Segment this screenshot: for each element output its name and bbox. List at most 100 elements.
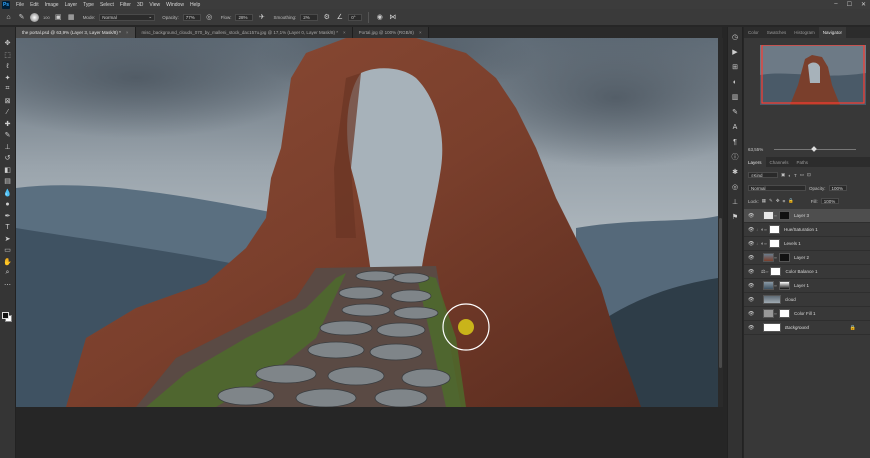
layer-mask-thumbnail[interactable]: [770, 267, 782, 276]
tab-portal-jpg[interactable]: Portal.jpg @ 100% (RGB/8) ×: [352, 27, 429, 38]
visibility-eye-icon[interactable]: 👁: [748, 325, 756, 331]
tab-swatches[interactable]: Swatches: [763, 27, 791, 38]
blur-tool-icon[interactable]: 💧: [3, 189, 13, 197]
layer-row-background[interactable]: 👁 Background 🔒: [744, 321, 870, 335]
menu-layer[interactable]: Layer: [62, 2, 81, 8]
minimize-icon[interactable]: –: [834, 1, 837, 8]
lock-position-icon[interactable]: ✥: [776, 198, 780, 204]
filter-smart-icon[interactable]: ⊡: [807, 172, 811, 178]
tab-clouds-stock[interactable]: misc_background_clouds_070_by_malleni_st…: [135, 27, 353, 38]
menu-3d[interactable]: 3D: [134, 2, 146, 8]
smoothing-field[interactable]: 2%: [300, 13, 319, 21]
close-tab-icon[interactable]: ×: [419, 30, 422, 35]
tab-histogram[interactable]: Histogram: [790, 27, 819, 38]
visibility-eye-icon[interactable]: 👁: [748, 269, 756, 275]
clone-source-icon[interactable]: ⊥: [731, 198, 740, 206]
smoothing-settings-icon[interactable]: ⚙: [322, 13, 331, 22]
layer-opacity-field[interactable]: 100%: [828, 185, 847, 191]
libraries-icon[interactable]: ▥: [731, 93, 740, 101]
pen-tool-icon[interactable]: ✒: [3, 212, 13, 220]
layer-mask-thumbnail[interactable]: [779, 309, 790, 318]
menu-help[interactable]: Help: [187, 2, 203, 8]
tab-color[interactable]: Color: [744, 27, 763, 38]
tab-navigator[interactable]: Navigator: [818, 27, 847, 38]
scrollbar-thumb[interactable]: [719, 218, 722, 368]
timeline-icon[interactable]: ◎: [731, 183, 740, 191]
lock-all-icon[interactable]: 🔒: [788, 198, 794, 204]
tab-channels[interactable]: Channels: [766, 157, 793, 168]
vertical-scrollbar[interactable]: [718, 38, 723, 407]
layer-mask-thumbnail[interactable]: [769, 239, 781, 248]
opacity-field[interactable]: 77%: [182, 13, 201, 21]
blend-mode-select[interactable]: Normal: [748, 185, 806, 191]
layer-thumbnail[interactable]: [763, 323, 781, 332]
visibility-eye-icon[interactable]: 👁: [748, 255, 756, 261]
character-icon[interactable]: A: [731, 123, 740, 131]
healing-tool-icon[interactable]: ✚: [3, 120, 13, 128]
menu-window[interactable]: Window: [163, 2, 187, 8]
foreground-color-swatch[interactable]: [2, 312, 9, 319]
zoom-tool-icon[interactable]: ⌕: [3, 269, 13, 277]
layer-thumbnail[interactable]: [763, 295, 781, 304]
navigator-preview[interactable]: [760, 45, 866, 105]
navigator-zoom-knob[interactable]: [811, 146, 817, 152]
filter-type-icon[interactable]: T: [794, 173, 797, 178]
fill-field[interactable]: 100%: [820, 198, 839, 204]
close-tab-icon[interactable]: ×: [343, 30, 346, 35]
layer-mask-thumbnail[interactable]: [779, 211, 790, 220]
lock-artboard-icon[interactable]: ⌗: [783, 199, 786, 204]
flow-field[interactable]: 28%: [235, 13, 254, 21]
menu-image[interactable]: Image: [42, 2, 62, 8]
info-icon[interactable]: ⓘ: [731, 153, 740, 161]
layer-thumbnail[interactable]: [763, 309, 774, 318]
hand-tool-icon[interactable]: ✋: [3, 258, 13, 266]
properties-icon[interactable]: ⊞: [731, 63, 740, 71]
layer-mask-thumbnail[interactable]: [779, 253, 790, 262]
move-tool-icon[interactable]: ✥: [3, 39, 13, 47]
lock-transparent-icon[interactable]: ▦: [762, 198, 766, 204]
layer-row-layer-1[interactable]: 👁 ∞ Layer 1: [744, 279, 870, 293]
filter-shape-icon[interactable]: ▭: [800, 172, 804, 178]
menu-filter[interactable]: Filter: [117, 2, 134, 8]
layer-row-layer-2[interactable]: 👁 ∞ Layer 2: [744, 251, 870, 265]
paragraph-icon[interactable]: ¶: [731, 138, 740, 146]
adjustments-icon[interactable]: ◐: [731, 78, 740, 86]
layer-kind-filter[interactable]: ⌕ Kind: [748, 172, 778, 178]
menu-edit[interactable]: Edit: [27, 2, 42, 8]
menu-select[interactable]: Select: [97, 2, 117, 8]
history-brush-tool-icon[interactable]: ↺: [3, 154, 13, 162]
brush-tool-icon[interactable]: ✎: [3, 131, 13, 139]
visibility-eye-icon[interactable]: 👁: [748, 311, 756, 317]
path-selection-tool-icon[interactable]: ➤: [3, 235, 13, 243]
close-tab-icon[interactable]: ×: [126, 30, 129, 35]
mode-select[interactable]: Normal ⌄: [99, 13, 156, 21]
layer-row-color-balance[interactable]: 👁 ⚖ ∞ Color Balance 1: [744, 265, 870, 279]
gradient-tool-icon[interactable]: ▤: [3, 177, 13, 185]
brush-settings-icon[interactable]: ▣: [54, 13, 63, 22]
quick-select-tool-icon[interactable]: ✦: [3, 74, 13, 82]
history-icon[interactable]: ◷: [731, 33, 740, 41]
dodge-tool-icon[interactable]: ●: [3, 200, 13, 208]
tab-the-portal[interactable]: the portal.psd @ 63,9% (Layer 3, Layer M…: [16, 27, 136, 38]
clone-stamp-tool-icon[interactable]: ⊥: [3, 143, 13, 151]
menu-view[interactable]: View: [146, 2, 163, 8]
layer-thumbnail[interactable]: [763, 253, 774, 262]
marquee-tool-icon[interactable]: ⬚: [3, 51, 13, 59]
layer-row-levels[interactable]: 👁 ↓ ◐ ∞ Levels 1: [744, 237, 870, 251]
actions-icon[interactable]: ▶: [731, 48, 740, 56]
layer-row-layer-3[interactable]: 👁 ∞ Layer 3: [744, 209, 870, 223]
tool-presets-icon[interactable]: ⚑: [731, 213, 740, 221]
brushes-icon[interactable]: ✎: [731, 108, 740, 116]
type-tool-icon[interactable]: T: [3, 223, 13, 231]
airbrush-icon[interactable]: ✈: [257, 13, 266, 22]
symmetry-icon[interactable]: ⋈: [388, 13, 397, 22]
visibility-eye-icon[interactable]: 👁: [748, 241, 756, 247]
layer-row-hue-saturation[interactable]: 👁 ↓ ◐ ∞ Hue/Saturation 1: [744, 223, 870, 237]
menu-type[interactable]: Type: [80, 2, 97, 8]
layer-mask-thumbnail[interactable]: [769, 225, 781, 234]
styles-icon[interactable]: ✱: [731, 168, 740, 176]
pressure-opacity-icon[interactable]: ◎: [205, 13, 214, 22]
visibility-eye-icon[interactable]: 👁: [748, 227, 756, 233]
frame-tool-icon[interactable]: ⊠: [3, 97, 13, 105]
tab-paths[interactable]: Paths: [793, 157, 813, 168]
